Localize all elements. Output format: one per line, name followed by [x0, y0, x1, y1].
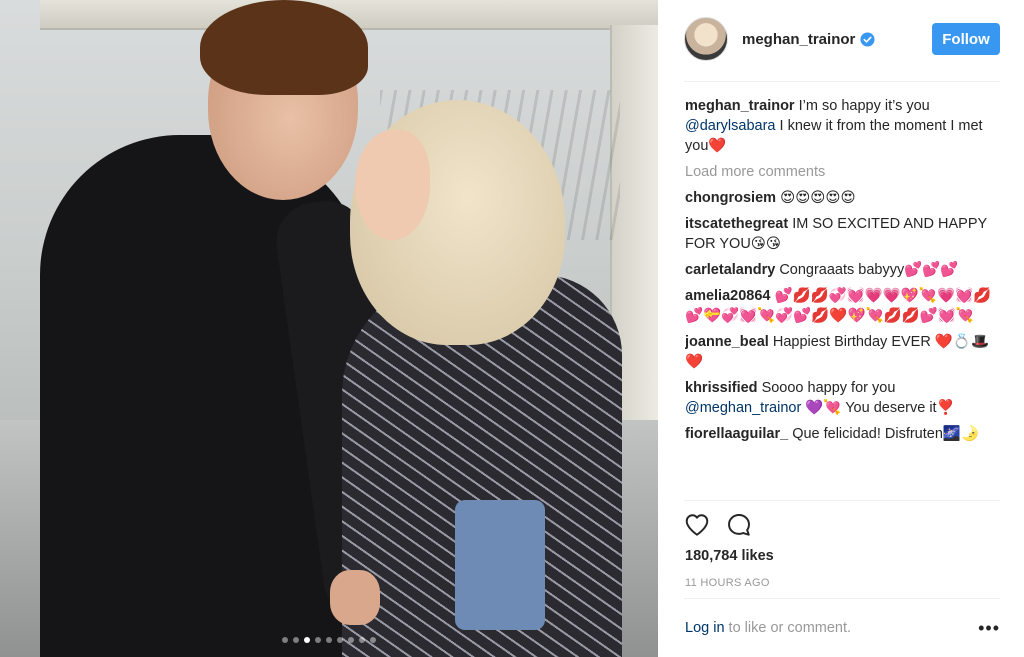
carousel-dot[interactable]	[282, 637, 288, 643]
list-item: carletalandry Congraaats babyyy💕💕💕	[685, 260, 1001, 280]
login-prompt-text: to like or comment.	[728, 620, 852, 636]
divider	[684, 81, 1000, 82]
comment-text: Soooo happy for you	[761, 380, 896, 396]
follow-button[interactable]: Follow	[932, 23, 1000, 55]
man-hair	[200, 0, 368, 95]
heart-icon[interactable]	[684, 512, 710, 538]
carousel-dot[interactable]	[293, 637, 299, 643]
carousel-indicator	[0, 637, 658, 643]
post-timestamp[interactable]: 11 HOURS AGO	[685, 577, 770, 589]
load-more-comments[interactable]: Load more comments	[685, 162, 1001, 182]
comment-text: Congraaats babyyy	[779, 262, 905, 278]
woman-jeans	[455, 500, 545, 630]
comment-username[interactable]: chongrosiem	[685, 190, 776, 206]
more-options-icon[interactable]: •••	[978, 619, 1000, 637]
comment-emoji: 😘😘	[750, 236, 782, 252]
comment-text: Que felicidad! Disfruten	[792, 426, 943, 442]
heart-emoji: ❤️	[708, 138, 727, 154]
carousel-dot[interactable]	[370, 637, 376, 643]
post-photo[interactable]	[0, 0, 658, 657]
username-wrap: meghan_trainor	[742, 31, 875, 48]
comment-username[interactable]: amelia20864	[685, 288, 770, 304]
avatar[interactable]	[684, 17, 728, 61]
login-prompt: Log in to like or comment.	[685, 620, 1001, 636]
comments-list: meghan_trainor I’m so happy it’s you @da…	[685, 96, 1001, 500]
caption-username[interactable]: meghan_trainor	[685, 98, 795, 114]
post-header: meghan_trainor Follow	[684, 17, 1000, 61]
post-username[interactable]: meghan_trainor	[742, 31, 855, 48]
comment-emoji-after: ❣️	[936, 400, 955, 416]
list-item: itscatethegreat IM SO EXCITED AND HAPPY …	[685, 214, 1001, 254]
caption-mention[interactable]: @darylsabara	[685, 118, 775, 134]
list-item: fiorellaaguilar_ Que felicidad! Disfrute…	[685, 424, 1001, 444]
comment-emoji: 💜💘	[805, 400, 842, 416]
list-item: chongrosiem 😍😍😍😍😍	[685, 188, 1001, 208]
action-bar	[684, 512, 752, 538]
comment-mention[interactable]: @meghan_trainor	[685, 400, 801, 416]
comment-emoji: 🌌🌛	[942, 426, 980, 442]
carousel-dot[interactable]	[337, 637, 343, 643]
verified-badge-icon	[860, 31, 875, 47]
comment-text-after: You deserve it	[845, 400, 937, 416]
caption-text: I’m so happy it’s you	[798, 98, 930, 114]
carousel-dot[interactable]	[304, 637, 310, 643]
carousel-dot[interactable]	[315, 637, 321, 643]
comment-username[interactable]: carletalandry	[685, 262, 775, 278]
carousel-dot[interactable]	[326, 637, 332, 643]
likes-count[interactable]: 180,784 likes	[685, 548, 774, 564]
carousel-dot[interactable]	[359, 637, 365, 643]
list-item: khrissified Soooo happy for you @meghan_…	[685, 378, 1001, 418]
comment-username[interactable]: itscatethegreat	[685, 216, 788, 232]
divider	[684, 500, 1000, 501]
comment-username[interactable]: khrissified	[685, 380, 758, 396]
comment-emoji: 😍😍😍😍😍	[780, 190, 856, 206]
divider	[684, 598, 1000, 599]
comment-username[interactable]: fiorellaaguilar_	[685, 426, 788, 442]
woman-face	[355, 130, 430, 240]
comment-icon[interactable]	[726, 512, 752, 538]
post-sidebar: meghan_trainor Follow meghan_trainor I’m…	[658, 0, 1024, 657]
list-item: amelia20864 💕💋💋💞💓💗💗💖💘💗💓💋💕💝💞💓💘💞💕💋❤️💖💘💋💋💕💓…	[685, 286, 1001, 326]
comment-text: Happiest Birthday EVER	[772, 334, 931, 350]
man-hand	[330, 570, 380, 625]
carousel-dot[interactable]	[348, 637, 354, 643]
caption: meghan_trainor I’m so happy it’s you @da…	[685, 96, 1001, 156]
comment-username[interactable]: joanne_beal	[685, 334, 769, 350]
list-item: joanne_beal Happiest Birthday EVER ❤️💍🎩❤…	[685, 332, 1001, 372]
login-link[interactable]: Log in	[685, 620, 725, 636]
comment-emoji: 💕💕💕	[904, 262, 959, 278]
